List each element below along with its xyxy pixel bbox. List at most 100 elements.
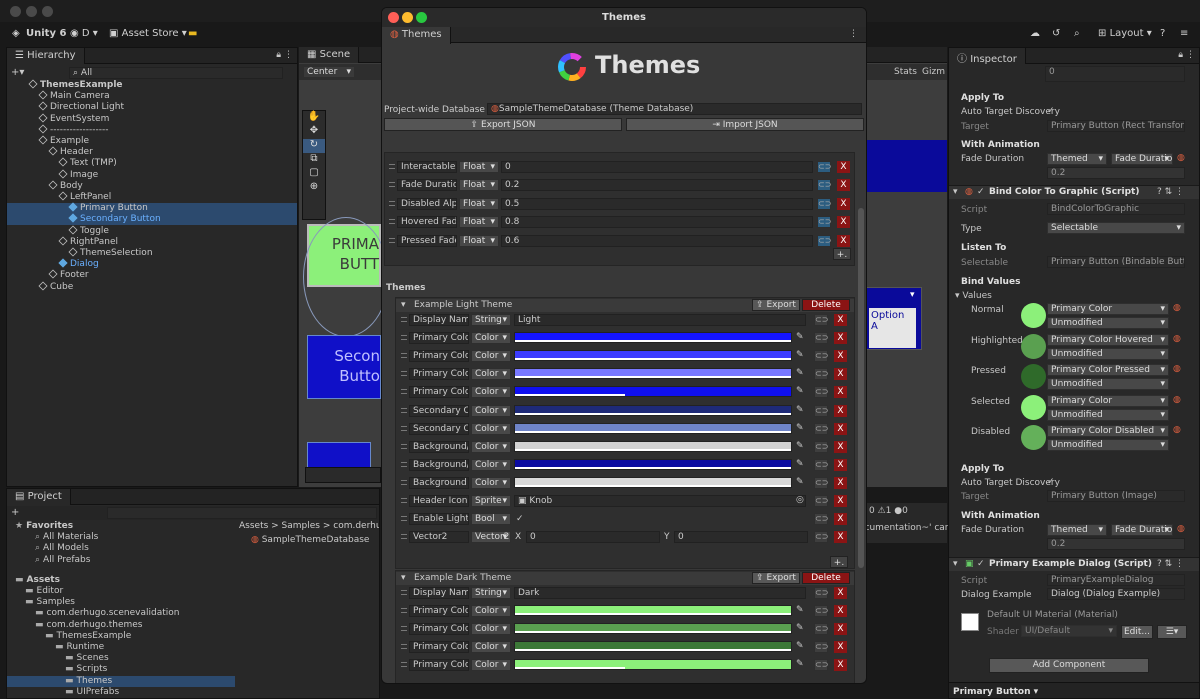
color-swatch-field[interactable] [514, 404, 792, 416]
theme-value-type[interactable]: Color [471, 332, 511, 345]
state-theme-dropdown[interactable]: Primary Color Pressed [1047, 364, 1169, 377]
remove-global-button[interactable]: X [837, 234, 850, 247]
remove-value-button[interactable]: X [834, 476, 847, 489]
theme-picker-icon[interactable]: ◍ [1173, 395, 1181, 405]
link-icon[interactable]: ⊂⊃ [814, 531, 828, 544]
state-theme-dropdown[interactable]: Primary Color [1047, 394, 1169, 407]
theme-value-type[interactable]: String [471, 587, 511, 599]
global-type-dropdown[interactable]: Float [459, 216, 499, 229]
state-modifier-dropdown[interactable]: Unmodified [1047, 317, 1169, 329]
dark-delete-button[interactable]: Delete [802, 572, 850, 584]
theme-value-name[interactable]: Header Icon [409, 495, 469, 507]
color-swatch-field[interactable] [514, 623, 792, 635]
remove-global-button[interactable]: X [837, 216, 850, 229]
global-type-dropdown[interactable]: Float [459, 234, 499, 247]
menu-icon[interactable]: ≡ [1180, 28, 1188, 39]
hierarchy-search-input[interactable]: ⌕ All [69, 67, 283, 79]
vector-x-field[interactable]: 0 [526, 531, 660, 544]
global-value-field[interactable]: 0.5 [501, 197, 813, 210]
shader-menu-button[interactable]: ☰▾ [1157, 625, 1187, 639]
hierarchy-item[interactable]: Footer [7, 269, 297, 281]
export-json-button[interactable]: ⇪ Export JSON [384, 118, 622, 131]
object-picker-icon[interactable]: ◎ [796, 495, 804, 505]
state-theme-dropdown[interactable]: Primary Color [1047, 303, 1169, 315]
drag-handle-icon[interactable] [401, 389, 407, 395]
drag-handle-icon[interactable] [401, 425, 407, 431]
component-help-icon[interactable]: ? ⇅ ⋮ [1157, 187, 1184, 197]
project-tree-item[interactable]: ★ Favorites [7, 521, 235, 532]
theme-value-name[interactable]: Primary Color [409, 659, 469, 672]
console-counts[interactable]: 0 ⚠1 ●0 [869, 506, 908, 516]
hierarchy-item[interactable]: Body [7, 180, 297, 192]
project-file[interactable]: ◍ SampleThemeDatabase [251, 535, 369, 545]
theme-value-name[interactable]: Enable Light [409, 513, 469, 526]
eyedropper-icon[interactable]: ✎ [796, 459, 804, 469]
drag-handle-icon[interactable] [401, 479, 407, 485]
import-json-button[interactable]: ⇥ Import JSON [626, 118, 864, 131]
project-tree-item[interactable]: ▬ Themes [7, 675, 235, 687]
link-icon[interactable]: ⊂⊃ [817, 179, 831, 192]
hierarchy-item[interactable]: ThemesExample [7, 79, 297, 91]
project-tree-item[interactable]: ▬ Assets [7, 575, 235, 586]
link-icon[interactable]: ⊂⊃ [814, 587, 828, 599]
vector-y-field[interactable]: 0 [674, 531, 808, 544]
target-field-2[interactable]: Primary Button (Image) [1047, 490, 1185, 502]
enabled-checkbox[interactable]: ✓ [977, 187, 985, 197]
themed-dropdown-2[interactable]: Themed [1047, 524, 1107, 536]
link-icon[interactable]: ⊂⊃ [814, 314, 828, 326]
more-icon[interactable]: ⋮ [284, 50, 293, 60]
drag-handle-icon[interactable] [401, 371, 407, 377]
add-global-button[interactable]: +. [833, 248, 851, 260]
link-icon[interactable]: ⊂⊃ [814, 458, 828, 471]
light-delete-button[interactable]: Delete [802, 299, 850, 311]
hierarchy-item[interactable]: Toggle [7, 225, 297, 237]
color-swatch-field[interactable] [514, 350, 792, 362]
state-modifier-dropdown[interactable]: Unmodified [1047, 439, 1169, 452]
remove-global-button[interactable]: X [837, 161, 850, 173]
shader-dropdown[interactable]: UI/Default [1021, 625, 1117, 637]
theme-value-name[interactable]: Background Se [409, 476, 469, 489]
drag-handle-icon[interactable] [401, 534, 407, 540]
scene-secondary-button[interactable]: Secon Butto [307, 335, 381, 399]
expand-icon[interactable]: ▾ [953, 187, 958, 197]
state-theme-dropdown[interactable]: Primary Color Disabled [1047, 425, 1169, 438]
project-tree-item[interactable]: ▬ com.derhugo.scenevalidation [7, 608, 235, 619]
drag-handle-icon[interactable] [401, 335, 407, 341]
option-item[interactable]: Option A [869, 308, 916, 348]
drag-handle-icon[interactable] [389, 237, 395, 243]
hierarchy-item[interactable]: Main Camera [7, 90, 297, 102]
global-type-dropdown[interactable]: Float [459, 179, 499, 192]
account-dropdown[interactable]: ◉ D ▾ [70, 28, 98, 39]
gizmos-button[interactable]: Gizm [922, 67, 945, 77]
project-tree-item[interactable]: ▬ com.derhugo.themes [7, 620, 235, 631]
color-swatch-field[interactable] [514, 605, 792, 617]
dialog-example-field[interactable]: Dialog (Dialog Example) [1047, 588, 1185, 600]
add-light-value-button[interactable]: +. [830, 556, 848, 568]
expand-icon-2[interactable]: ▾ [953, 559, 958, 569]
hierarchy-item[interactable]: Image [7, 169, 297, 181]
link-icon[interactable]: ⊂⊃ [814, 495, 828, 507]
object-field[interactable]: ▣ Knob [514, 495, 806, 507]
color-swatch-field[interactable] [514, 332, 792, 344]
link-icon[interactable]: ⊂⊃ [814, 368, 828, 381]
remove-value-button[interactable]: X [834, 422, 847, 435]
theme-picker-icon[interactable]: ◍ [1173, 425, 1181, 435]
link-icon[interactable]: ⊂⊃ [814, 476, 828, 489]
eyedropper-icon[interactable]: ✎ [796, 332, 804, 342]
theme-picker-icon[interactable]: ◍ [1173, 303, 1181, 313]
zoom-window-icon[interactable] [42, 6, 53, 17]
package-icon[interactable]: ▬ [188, 28, 197, 39]
auto-target-checkbox[interactable]: ✓ [1047, 106, 1055, 116]
theme-value-name[interactable]: Background/Pr [409, 440, 469, 453]
theme-value-type[interactable]: Color [471, 368, 511, 381]
link-icon[interactable]: ⊂⊃ [814, 641, 828, 654]
scale-tool-icon[interactable]: ⧉ [303, 153, 325, 167]
theme-picker-icon[interactable]: ◍ [1173, 364, 1181, 374]
eyedropper-icon[interactable]: ✎ [796, 386, 804, 396]
remove-value-button[interactable]: X [834, 314, 847, 326]
state-theme-dropdown[interactable]: Primary Color Hovered [1047, 333, 1169, 346]
text-value-field[interactable]: Dark [514, 587, 806, 599]
eyedropper-icon[interactable]: ✎ [796, 441, 804, 451]
drag-handle-icon[interactable] [401, 608, 407, 614]
drag-handle-icon[interactable] [401, 407, 407, 413]
